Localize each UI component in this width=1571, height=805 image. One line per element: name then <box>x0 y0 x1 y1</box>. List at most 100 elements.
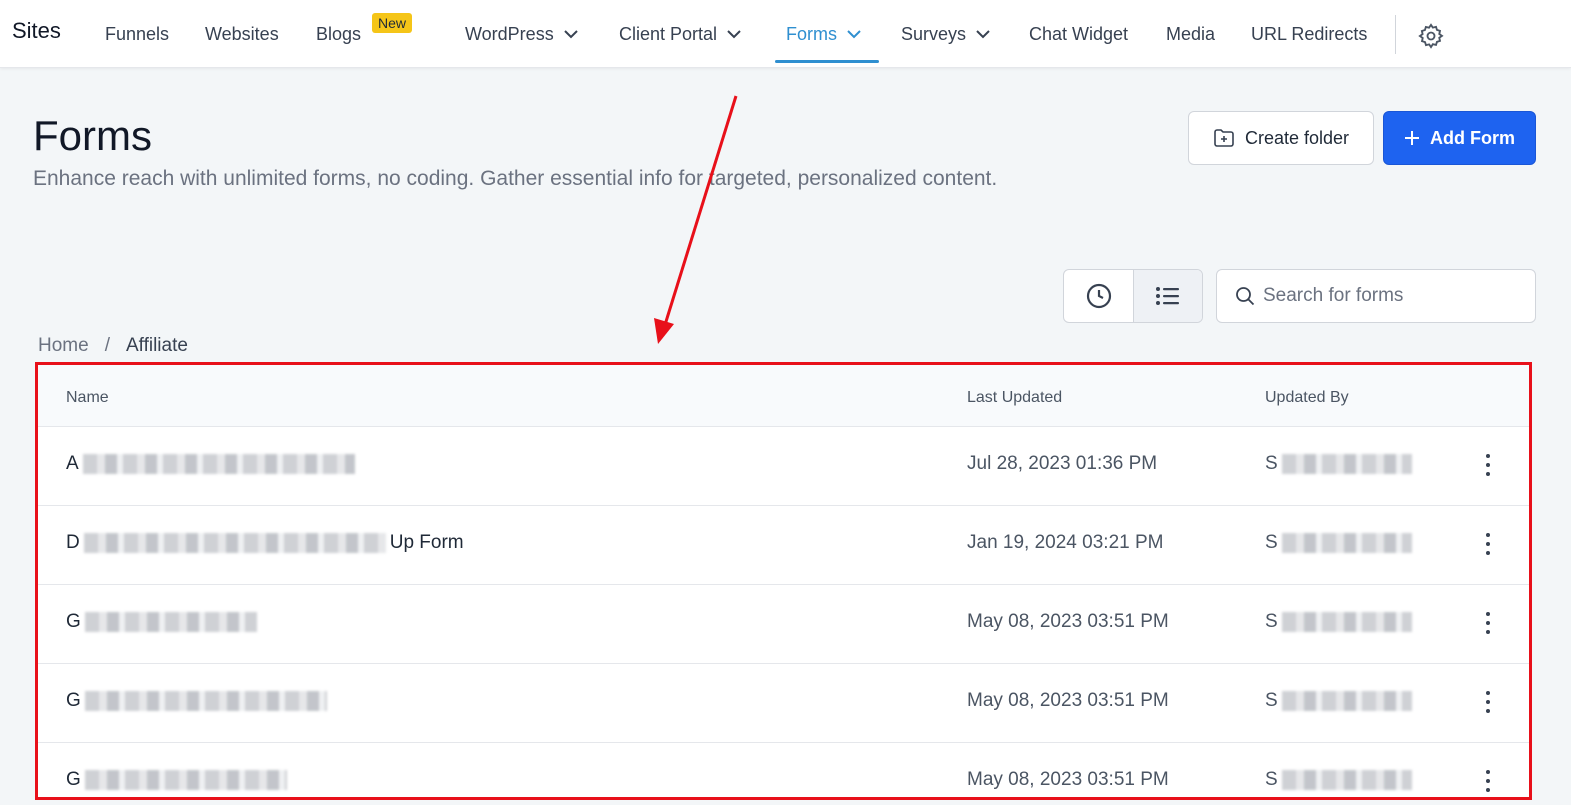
active-tab-indicator <box>775 60 879 63</box>
name-text: G <box>66 690 81 711</box>
nav-item-websites[interactable]: Websites <box>205 22 279 46</box>
new-badge: New <box>372 13 413 33</box>
name-text: A <box>66 453 79 474</box>
user-text: S <box>1265 769 1278 790</box>
row-menu-icon[interactable] <box>1476 609 1500 637</box>
row-menu-icon[interactable] <box>1476 688 1500 716</box>
redacted-text <box>84 691 327 711</box>
breadcrumb-separator: / <box>104 335 110 356</box>
list-view-button[interactable] <box>1133 270 1202 322</box>
chevron-down-icon <box>563 29 578 38</box>
nav-item-url-redirects[interactable]: URL Redirects <box>1251 22 1367 46</box>
form-name[interactable]: A <box>66 453 359 475</box>
view-toggle <box>1063 269 1203 323</box>
last-updated: Jan 19, 2024 03:21 PM <box>967 532 1164 553</box>
nav-item-chat-widget[interactable]: Chat Widget <box>1029 22 1128 46</box>
search-input[interactable] <box>1263 285 1523 307</box>
add-form-button[interactable]: Add Form <box>1383 111 1536 165</box>
top-nav: Sites Funnels Websites Blogs New WordPre… <box>0 0 1571 68</box>
redacted-text <box>1281 770 1412 790</box>
breadcrumb-current: Affiliate <box>125 335 188 356</box>
user-text: S <box>1265 453 1278 474</box>
form-name[interactable]: D Up Form <box>66 532 464 554</box>
brand-title: Sites <box>12 18 61 43</box>
name-text: G <box>66 611 81 632</box>
chevron-down-icon <box>727 29 741 38</box>
nav-label: Blogs <box>316 23 362 44</box>
nav-item-client-portal[interactable]: Client Portal <box>619 22 741 46</box>
column-header-name[interactable]: Name <box>66 389 109 407</box>
name-text: Up Form <box>389 532 464 553</box>
nav-label: URL Redirects <box>1251 23 1368 44</box>
table-header: Name Last Updated Updated By <box>38 365 1529 427</box>
user-text: S <box>1265 690 1278 711</box>
nav-item-funnels[interactable]: Funnels <box>105 22 169 46</box>
table-row[interactable]: A Jul 28, 2023 01:36 PM S <box>38 427 1529 506</box>
table-row[interactable]: D Up Form Jan 19, 2024 03:21 PM S <box>38 506 1529 585</box>
redacted-text <box>1281 691 1412 711</box>
updated-by: S <box>1265 532 1416 554</box>
nav-item-blogs[interactable]: Blogs <box>316 22 361 46</box>
redacted-text <box>1281 533 1412 553</box>
nav-label: Websites <box>205 23 279 44</box>
redacted-text <box>82 454 355 474</box>
recent-view-button[interactable] <box>1064 270 1133 322</box>
redacted-text <box>1281 454 1412 474</box>
annotation-arrow <box>654 95 738 344</box>
column-header-last-updated[interactable]: Last Updated <box>967 389 1062 407</box>
column-header-updated-by[interactable]: Updated By <box>1265 389 1349 407</box>
gear-icon[interactable] <box>1417 22 1445 50</box>
updated-by: S <box>1265 690 1416 712</box>
search-icon <box>1236 287 1255 306</box>
nav-item-wordpress[interactable]: WordPress <box>465 22 578 46</box>
updated-by: S <box>1265 769 1416 791</box>
form-name[interactable]: G <box>66 690 331 712</box>
last-updated: May 08, 2023 03:51 PM <box>967 690 1169 711</box>
updated-by: S <box>1265 611 1416 633</box>
nav-label: Client Portal <box>619 23 718 44</box>
row-menu-icon[interactable] <box>1476 767 1500 795</box>
folder-plus-icon <box>1214 129 1234 147</box>
forms-table: Name Last Updated Updated By A Jul 28, 2… <box>35 362 1532 800</box>
breadcrumb: Home / Affiliate <box>38 335 188 357</box>
clock-icon <box>1086 283 1111 309</box>
nav-label: WordPress <box>465 23 554 44</box>
name-text: G <box>66 769 81 790</box>
list-icon <box>1156 287 1179 305</box>
breadcrumb-home[interactable]: Home <box>38 335 89 357</box>
last-updated: May 08, 2023 03:51 PM <box>967 611 1169 632</box>
last-updated: May 08, 2023 03:51 PM <box>967 769 1169 790</box>
redacted-text <box>83 533 386 553</box>
table-row[interactable]: G May 08, 2023 03:51 PM S <box>38 664 1529 743</box>
redacted-text <box>84 770 287 790</box>
nav-label: Chat Widget <box>1029 23 1129 44</box>
page-title: Forms <box>33 112 152 159</box>
updated-by: S <box>1265 453 1416 475</box>
table-row[interactable]: G May 08, 2023 03:51 PM S <box>38 585 1529 664</box>
create-folder-button[interactable]: Create folder <box>1188 111 1374 165</box>
redacted-text <box>84 612 257 632</box>
user-text: S <box>1265 611 1278 632</box>
form-name[interactable]: G <box>66 611 261 633</box>
nav-label: Forms <box>786 23 837 44</box>
plus-icon <box>1405 131 1419 145</box>
nav-item-media[interactable]: Media <box>1166 22 1215 46</box>
redacted-text <box>1281 612 1412 632</box>
form-name[interactable]: G <box>66 769 291 791</box>
search-field[interactable] <box>1216 269 1536 323</box>
create-folder-label: Create folder <box>1244 127 1350 148</box>
nav-item-surveys[interactable]: Surveys <box>901 22 990 46</box>
chevron-down-icon <box>976 29 990 38</box>
row-menu-icon[interactable] <box>1476 530 1500 558</box>
nav-item-forms[interactable]: Forms <box>786 22 861 46</box>
nav-label: Surveys <box>901 23 967 44</box>
row-menu-icon[interactable] <box>1476 451 1500 479</box>
name-text: D <box>66 532 80 553</box>
page-description: Enhance reach with unlimited forms, no c… <box>33 167 998 190</box>
nav-label: Media <box>1166 23 1216 44</box>
add-form-label: Add Form <box>1430 127 1515 148</box>
user-text: S <box>1265 532 1278 553</box>
table-row[interactable]: G May 08, 2023 03:51 PM S <box>38 743 1529 797</box>
chevron-down-icon <box>847 29 861 38</box>
nav-label: Funnels <box>105 23 170 44</box>
